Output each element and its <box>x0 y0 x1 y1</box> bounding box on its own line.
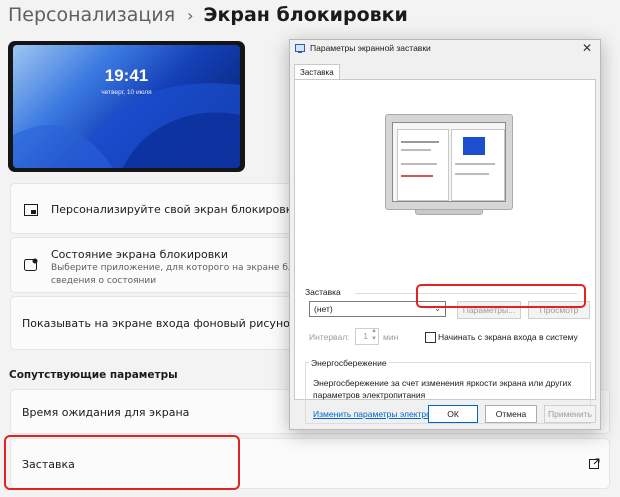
preview-time: 19:41 <box>104 66 149 85</box>
dialog-title: Параметры экранной заставки <box>310 43 431 53</box>
power-group-label: Энергосбережение <box>309 358 389 368</box>
interval-label: Интервал: <box>309 332 350 342</box>
logon-checkbox[interactable] <box>425 332 436 343</box>
monitor-preview <box>385 114 513 218</box>
spin-up-icon[interactable]: ▲ <box>371 328 377 334</box>
breadcrumb-parent[interactable]: Персонализация <box>8 4 175 26</box>
lock-screen-preview: 19:41 четверг, 10 июля <box>8 41 245 172</box>
card-description: сведения о состоянии <box>51 276 157 286</box>
interval-stepper[interactable]: 1 ▲ ▼ <box>355 328 379 345</box>
card-title: Состояние экрана блокировки <box>51 248 228 261</box>
status-icon <box>24 258 38 271</box>
tab-screensaver[interactable]: Заставка <box>294 64 340 80</box>
power-description: Энергосбережение за счет изменения яркос… <box>313 378 572 388</box>
apply-button[interactable]: Применить <box>544 405 596 423</box>
screensaver-app-icon <box>295 44 305 53</box>
spin-down-icon[interactable]: ▼ <box>371 336 377 342</box>
page-title: Экран блокировки <box>203 4 408 26</box>
screensaver-settings-dialog: Параметры экранной заставки ✕ Заставка З… <box>289 39 601 430</box>
related-settings-heading: Сопутствующие параметры <box>9 369 178 381</box>
tab-panel: Заставка (нет) ⌄ Параметры... Просмотр И… <box>294 79 596 424</box>
card-title: Время ожидания для экрана <box>22 406 190 419</box>
ok-button[interactable]: ОК <box>428 405 478 423</box>
wallpaper-bloom <box>13 83 240 168</box>
dropdown-value: (нет) <box>314 304 333 314</box>
lock-screen-icon <box>24 204 38 216</box>
breadcrumb-separator: › <box>187 5 194 25</box>
checkbox-highlight <box>416 284 586 308</box>
breadcrumb: Персонализация › Экран блокировки <box>8 4 408 26</box>
interval-unit: мин <box>383 332 399 342</box>
logon-checkbox-label[interactable]: Начинать с экрана входа в систему <box>438 332 578 342</box>
preview-date: четверг, 10 июля <box>101 89 152 96</box>
lock-screen-wallpaper: 19:41 четверг, 10 июля <box>13 45 240 168</box>
screensaver-group-label: Заставка <box>305 287 341 297</box>
screensaver-highlight <box>4 435 240 490</box>
power-description: параметров электропитания <box>313 390 426 400</box>
monitor-screen <box>392 122 506 202</box>
interval-value: 1 <box>363 331 368 341</box>
external-link-icon <box>589 458 600 469</box>
card-title: Персонализируйте свой экран блокировки <box>51 203 300 216</box>
close-button[interactable]: ✕ <box>582 41 592 55</box>
cancel-button[interactable]: Отмена <box>485 405 537 423</box>
